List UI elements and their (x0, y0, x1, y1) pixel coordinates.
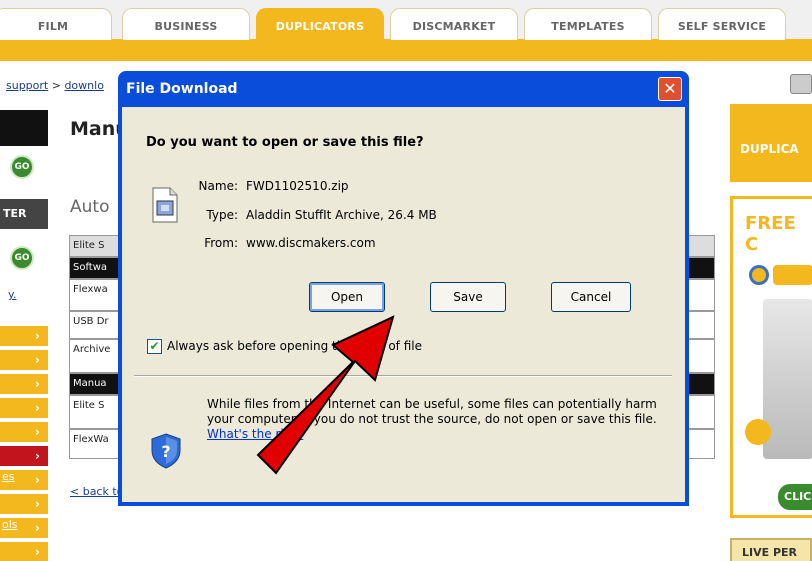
tab-film[interactable]: FILM (0, 8, 112, 40)
promo-graphic (773, 265, 812, 285)
always-ask-checkbox[interactable]: ✔ (147, 339, 162, 354)
close-icon[interactable]: ✕ (658, 77, 682, 101)
left-nav-link: ols (2, 518, 18, 531)
duplicators-promo[interactable]: DUPLICA (730, 104, 812, 182)
dialog-question: Do you want to open or save this file? (146, 135, 424, 150)
tab-templates[interactable]: TEMPLATES (524, 8, 652, 40)
left-nav-item-active[interactable]: › (0, 446, 48, 466)
svg-text:?: ? (161, 442, 170, 461)
live-person-button[interactable]: LIVE PER (730, 538, 812, 561)
left-nav-link: es (2, 470, 15, 483)
left-nav-item[interactable]: › (0, 542, 48, 561)
chevron-right-icon: › (35, 449, 40, 463)
chevron-right-icon: › (35, 425, 40, 439)
breadcrumb-separator: > (51, 79, 61, 92)
chevron-right-icon: › (35, 521, 40, 535)
left-nav-item[interactable]: › (0, 374, 48, 394)
chevron-right-icon: › (35, 497, 40, 511)
disc-icon (749, 265, 769, 285)
breadcrumb: support > downlo (6, 79, 104, 92)
cancel-button[interactable]: Cancel (551, 282, 631, 312)
always-ask-label[interactable]: Always ask before opening this type of f… (167, 339, 422, 353)
left-nav-item[interactable]: › (0, 398, 48, 418)
chevron-right-icon: › (35, 353, 40, 367)
free-offer-title: FREE C (745, 213, 796, 255)
dialog-body: Do you want to open or save this file? N… (122, 107, 685, 502)
left-nav-link[interactable]: y. (8, 288, 16, 301)
dialog-title: File Download (126, 81, 238, 97)
chevron-right-icon: › (35, 473, 40, 487)
security-shield-icon: ? (151, 433, 181, 469)
free-offer-panel: FREE C CLIC (730, 196, 812, 518)
file-type-label: Type: (206, 208, 238, 222)
security-warning-text: While files from the Internet can be use… (207, 397, 657, 426)
tab-business[interactable]: BUSINESS (122, 8, 250, 40)
file-name-value: FWD1102510.zip (246, 179, 349, 193)
chevron-right-icon: › (35, 401, 40, 415)
screenshot-root: FILM BUSINESS DUPLICATORS DISCMARKET TEM… (0, 0, 812, 561)
left-nav-item[interactable]: › (0, 326, 48, 346)
go-button-2[interactable]: GO (10, 246, 34, 270)
breadcrumb-downloads-link[interactable]: downlo (64, 79, 103, 92)
security-warning: While files from the Internet can be use… (207, 397, 667, 442)
left-nav-item[interactable]: es › (0, 470, 48, 490)
tab-self-service[interactable]: SELF SERVICE (658, 8, 786, 40)
tab-duplicators[interactable]: DUPLICATORS (256, 8, 384, 40)
file-from-value: www.discmakers.com (246, 236, 376, 250)
tab-discmarket[interactable]: DISCMARKET (390, 8, 518, 40)
go-button-1[interactable]: GO (10, 155, 34, 179)
left-nav-item[interactable]: › (0, 422, 48, 442)
file-download-dialog: File Download ✕ Do you want to open or s… (118, 71, 689, 506)
chevron-right-icon: › (35, 329, 40, 343)
whats-the-risk-link[interactable]: What's the risk? (207, 427, 303, 441)
file-type-value: Aladdin StuffIt Archive, 26.4 MB (246, 208, 437, 222)
file-from-label: From: (204, 236, 238, 250)
breadcrumb-support-link[interactable]: support (6, 79, 48, 92)
chevron-right-icon: › (35, 545, 40, 559)
file-name-label: Name: (198, 179, 238, 193)
printer-icon[interactable] (790, 74, 812, 94)
left-nav-item[interactable]: ols › (0, 518, 48, 538)
save-button[interactable]: Save (430, 282, 506, 312)
chevron-right-icon: › (35, 377, 40, 391)
dialog-divider (134, 375, 672, 377)
left-nav-heading: TER (0, 199, 48, 229)
left-nav-search-box (0, 110, 48, 146)
nav-accent-band (0, 39, 812, 61)
badge-icon (745, 419, 771, 445)
left-nav-item[interactable]: › (0, 350, 48, 370)
section-title: Auto (70, 197, 110, 217)
left-nav-item[interactable]: › (0, 494, 48, 514)
open-button[interactable]: Open (309, 282, 385, 312)
click-button[interactable]: CLIC (778, 484, 812, 510)
